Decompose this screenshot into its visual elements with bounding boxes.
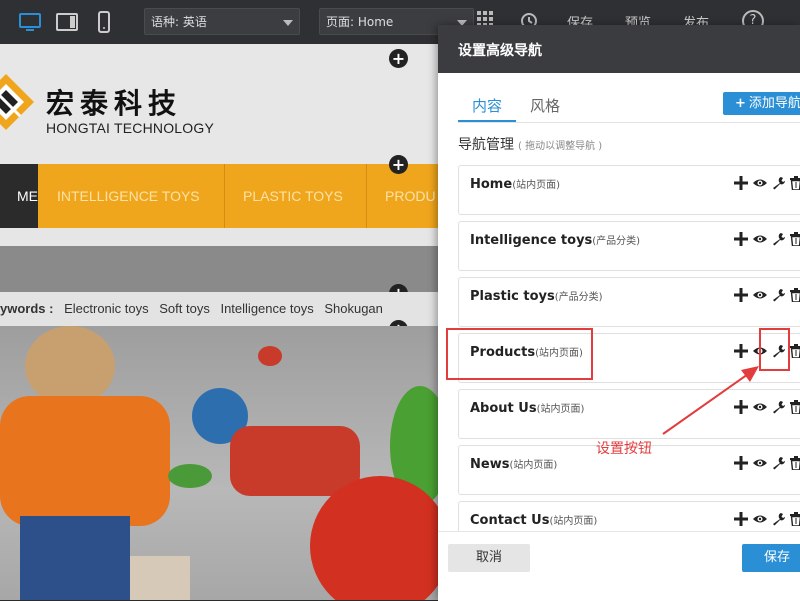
nav-item-type: (站内页面) [512, 180, 560, 191]
trash-icon[interactable] [790, 455, 800, 471]
nav-management-title: 导航管理 ( 拖动以调整导航 ) [458, 134, 602, 154]
cancel-button[interactable]: 取消 [448, 544, 530, 572]
highlight-products-row [446, 328, 593, 380]
nav-item-plastic-toys[interactable]: PLASTIC TOYS [243, 164, 343, 228]
language-select[interactable]: 语种: 英语 [144, 8, 300, 35]
nav-item-name: News(站内页面) [470, 456, 557, 472]
nav-item-name: Intelligence toys(产品分类) [470, 232, 640, 248]
plus-icon[interactable] [734, 287, 750, 303]
chevron-down-icon [283, 20, 293, 26]
nav-list-item[interactable]: Intelligence toys(产品分类) [458, 221, 800, 271]
company-name-cn: 宏泰科技 [46, 87, 183, 120]
nav-list-item[interactable]: Home(站内页面) [458, 165, 800, 215]
plus-icon[interactable] [734, 343, 750, 359]
nav-item-name: Home(站内页面) [470, 176, 560, 192]
trash-icon[interactable] [790, 175, 800, 191]
nav-item-type: (站内页面) [549, 516, 598, 527]
plus-icon[interactable] [734, 511, 750, 527]
add-nav-label: 添加导航 [748, 96, 800, 111]
company-logo [0, 74, 34, 130]
wrench-icon[interactable] [772, 399, 788, 415]
dialog-header: 设置高级导航 [438, 25, 800, 73]
nav-item-title: Plastic toys [470, 289, 555, 304]
section-hint: ( 拖动以调整导航 ) [518, 141, 603, 152]
trash-icon[interactable] [790, 343, 800, 359]
site-header[interactable]: 宏泰科技 HONGTAI TECHNOLOGY [0, 44, 438, 164]
nav-item-home[interactable]: ME [0, 164, 38, 228]
tab-divider [458, 122, 800, 123]
mobile-icon[interactable] [92, 10, 116, 34]
eye-icon[interactable] [752, 175, 768, 191]
eye-icon[interactable] [752, 511, 768, 527]
nav-item-title: Intelligence toys [470, 233, 593, 248]
company-name-en: HONGTAI TECHNOLOGY [46, 120, 214, 136]
keywords-label: ywords : [0, 301, 54, 316]
page-select-value: 页面: Home [326, 15, 394, 29]
save-button[interactable]: 保存 [742, 544, 800, 572]
dialog-footer: 取消 保存 [438, 531, 800, 601]
plus-icon[interactable] [734, 175, 750, 191]
nav-list-item[interactable]: Plastic toys(产品分类) [458, 277, 800, 327]
plus-icon: + [735, 96, 746, 111]
wrench-icon[interactable] [772, 175, 788, 191]
eye-icon[interactable] [752, 231, 768, 247]
nav-item-name: Plastic toys(产品分类) [470, 288, 603, 304]
trash-icon[interactable] [790, 399, 800, 415]
tab-content[interactable]: 内容 [472, 95, 502, 116]
wrench-icon[interactable] [772, 455, 788, 471]
nav-item-name: About Us(站内页面) [470, 400, 584, 416]
tablet-icon[interactable] [55, 10, 79, 34]
add-section-icon[interactable]: + [389, 49, 408, 68]
wrench-icon[interactable] [772, 231, 788, 247]
annotation-arrow [662, 366, 759, 435]
advanced-nav-dialog: 设置高级导航 内容 风格 + 添加导航 导航管理( 拖动以调整导航 ) Home(… [438, 25, 800, 601]
nav-divider [366, 164, 367, 228]
keyword-link[interactable]: Soft toys [159, 301, 210, 316]
language-select-value: 语种: 英语 [151, 15, 207, 29]
keyword-link[interactable]: Intelligence toys [220, 301, 313, 316]
nav-item-title: About Us [470, 401, 537, 416]
banner-image [0, 326, 438, 600]
nav-item-type: (站内页面) [536, 404, 585, 415]
section-title-text: 导航管理 [458, 137, 514, 153]
nav-item-type: (产品分类) [554, 292, 603, 303]
plus-icon[interactable] [734, 455, 750, 471]
nav-item-title: Home [470, 177, 513, 192]
plus-icon[interactable] [734, 231, 750, 247]
site-nav-bar[interactable]: ME INTELLIGENCE TOYS PLASTIC TOYS PRODU [0, 164, 438, 228]
desktop-icon[interactable] [18, 10, 42, 34]
nav-item-type: (产品分类) [592, 236, 641, 247]
wrench-icon[interactable] [772, 287, 788, 303]
tab-style[interactable]: 风格 [530, 95, 560, 116]
eye-icon[interactable] [752, 287, 768, 303]
site-preview: 宏泰科技 HONGTAI TECHNOLOGY + ME INTELLIGENC… [0, 44, 438, 600]
nav-item-name: Contact Us(站内页面) [470, 512, 597, 528]
trash-icon[interactable] [790, 511, 800, 527]
keyword-link[interactable]: Electronic toys [64, 301, 149, 316]
add-section-icon[interactable]: + [389, 155, 408, 174]
wrench-icon[interactable] [772, 511, 788, 527]
dialog-title: 设置高级导航 [458, 43, 542, 59]
trash-icon[interactable] [790, 231, 800, 247]
trash-icon[interactable] [790, 287, 800, 303]
annotation-label: 设置按钮 [596, 441, 652, 457]
keywords-bar[interactable]: ywords : Electronic toys Soft toys Intel… [0, 292, 438, 326]
header-strip [0, 228, 438, 246]
nav-item-title: News [470, 457, 510, 472]
eye-icon[interactable] [752, 455, 768, 471]
keyword-link[interactable]: Shokugan [324, 301, 383, 316]
nav-item-title: Contact Us [470, 513, 550, 528]
nav-divider [224, 164, 225, 228]
nav-item-type: (站内页面) [509, 460, 558, 471]
nav-item-intelligence-toys[interactable]: INTELLIGENCE TOYS [57, 164, 200, 228]
add-nav-button[interactable]: + 添加导航 [723, 92, 800, 115]
